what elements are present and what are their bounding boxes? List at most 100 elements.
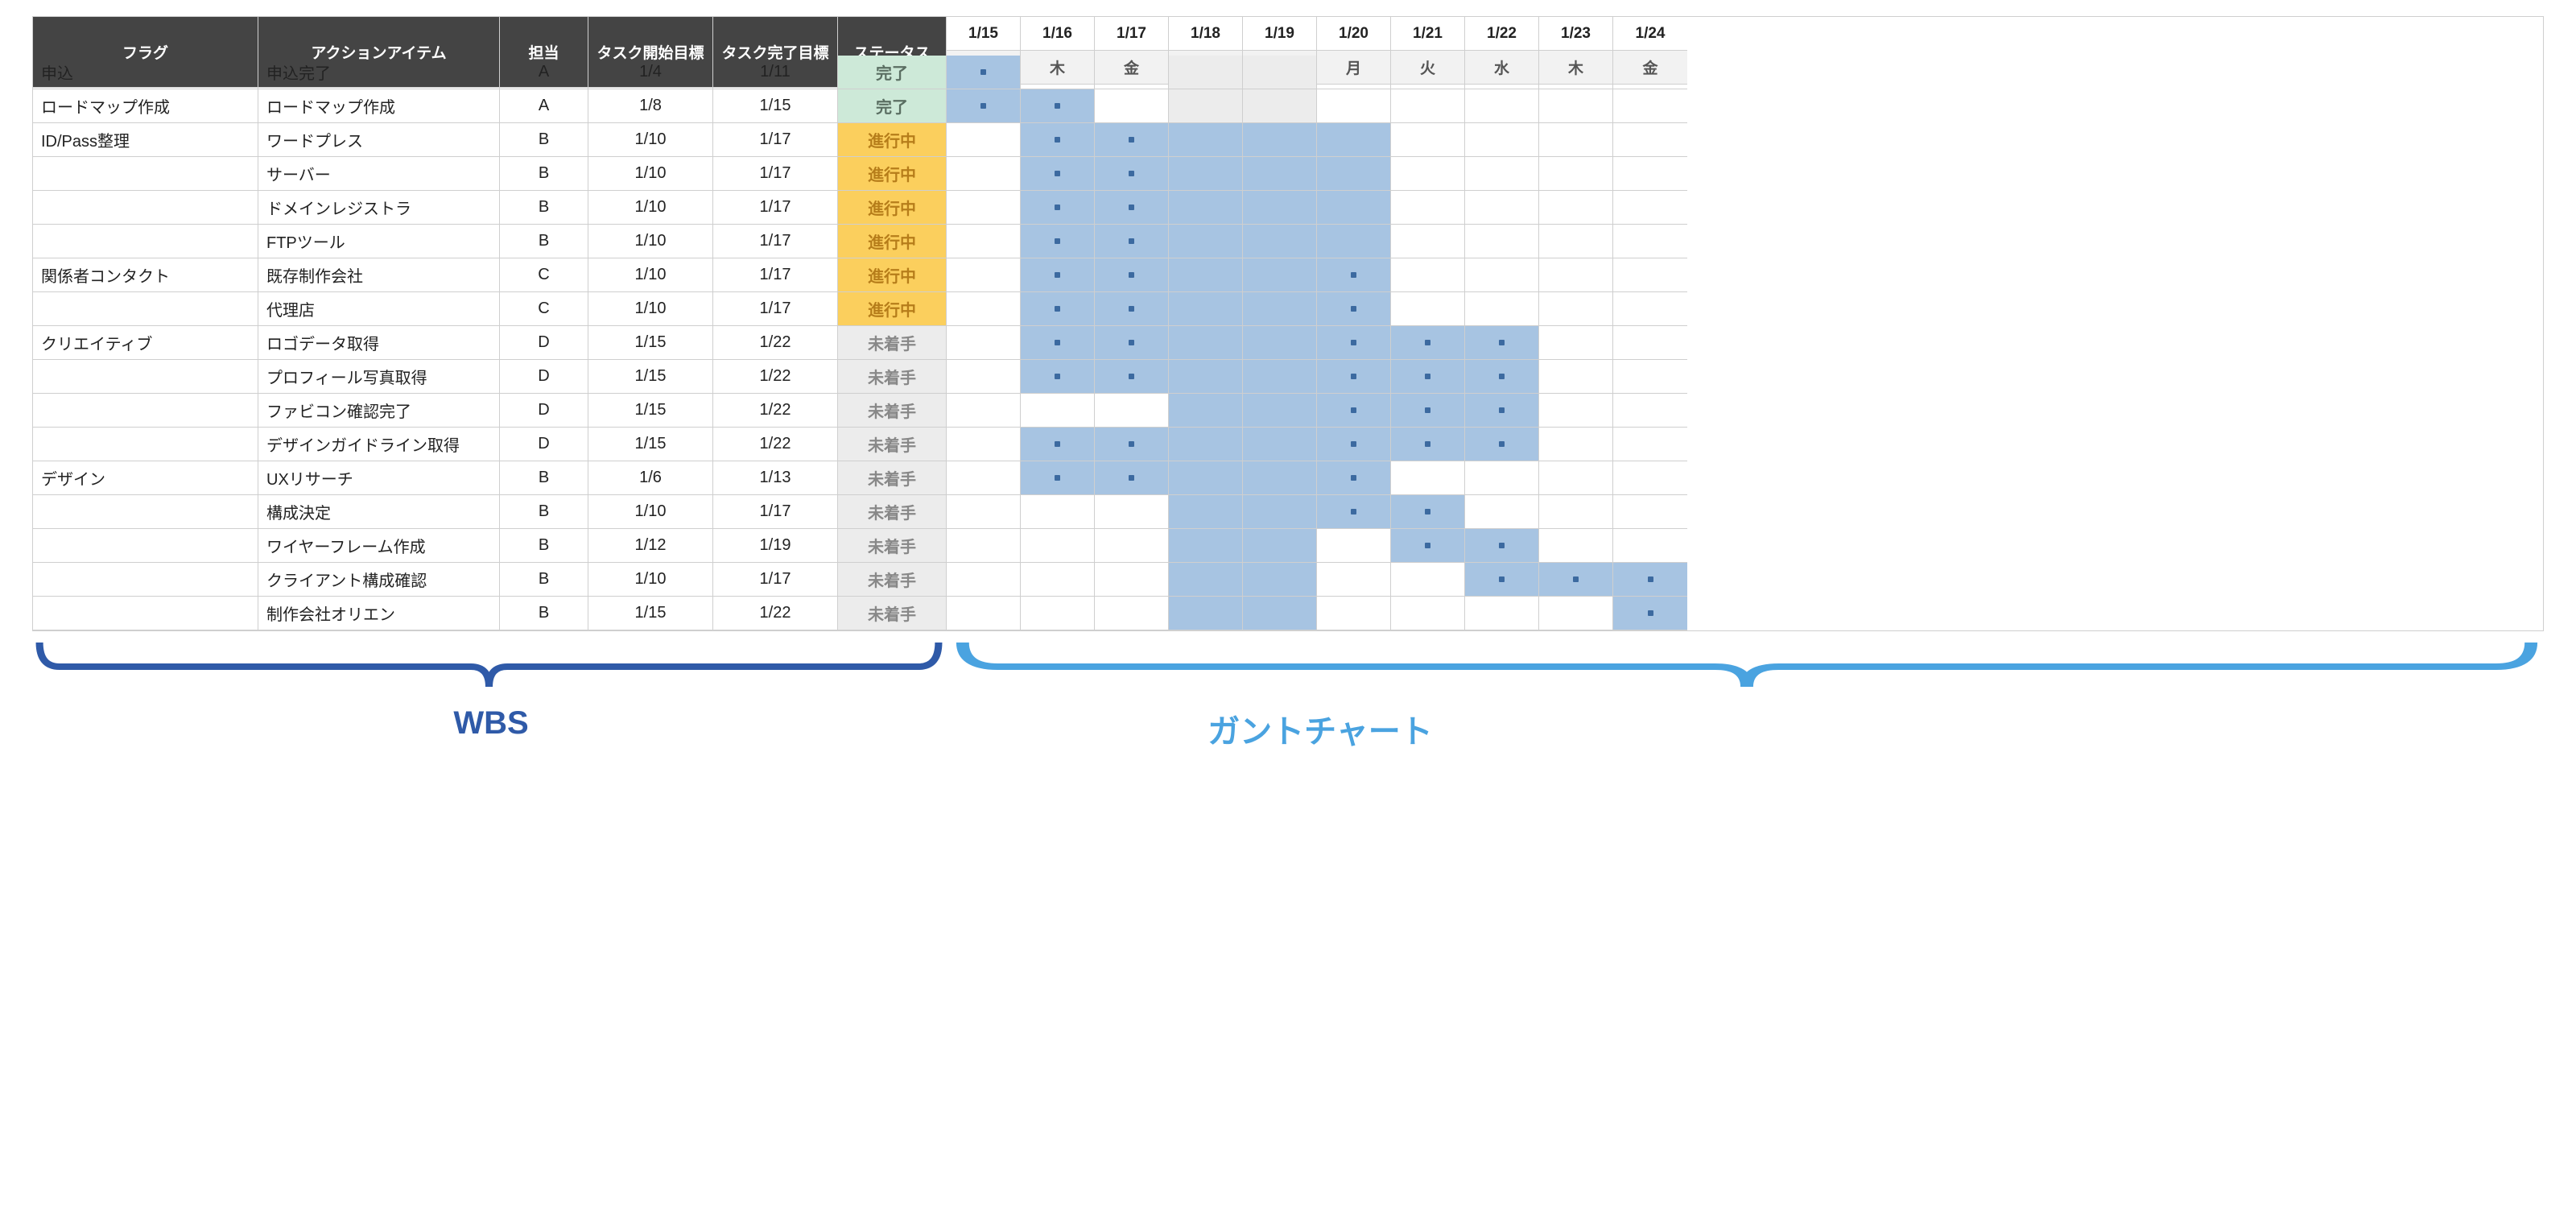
gantt-cell[interactable] xyxy=(1095,56,1169,89)
cell-status[interactable]: 未着手 xyxy=(838,529,947,563)
gantt-cell[interactable] xyxy=(1465,225,1539,258)
gantt-cell[interactable] xyxy=(1317,597,1391,630)
cell-owner[interactable]: D xyxy=(500,360,588,394)
cell-status[interactable]: 進行中 xyxy=(838,225,947,258)
cell-action[interactable]: 構成決定 xyxy=(258,495,500,529)
gantt-cell[interactable] xyxy=(1613,495,1687,529)
gantt-cell[interactable] xyxy=(1021,157,1095,191)
gantt-cell[interactable] xyxy=(1169,529,1243,563)
gantt-cell[interactable] xyxy=(1169,157,1243,191)
gantt-cell[interactable] xyxy=(947,428,1021,461)
cell-status[interactable]: 進行中 xyxy=(838,157,947,191)
gantt-cell[interactable] xyxy=(1169,461,1243,495)
gantt-cell[interactable] xyxy=(947,191,1021,225)
gantt-cell[interactable] xyxy=(1539,428,1613,461)
cell-action[interactable]: ロゴデータ取得 xyxy=(258,326,500,360)
cell-flag[interactable] xyxy=(33,157,258,191)
cell-start[interactable]: 1/8 xyxy=(588,89,713,123)
gantt-cell[interactable] xyxy=(1021,360,1095,394)
gantt-cell[interactable] xyxy=(1095,529,1169,563)
gantt-cell[interactable] xyxy=(1539,394,1613,428)
gantt-cell[interactable] xyxy=(1613,461,1687,495)
cell-action[interactable]: UXリサーチ xyxy=(258,461,500,495)
cell-flag[interactable]: ID/Pass整理 xyxy=(33,123,258,157)
gantt-cell[interactable] xyxy=(1021,394,1095,428)
gantt-cell[interactable] xyxy=(1169,123,1243,157)
gantt-cell[interactable] xyxy=(1613,258,1687,292)
cell-action[interactable]: クライアント構成確認 xyxy=(258,563,500,597)
gantt-cell[interactable] xyxy=(1021,461,1095,495)
gantt-cell[interactable] xyxy=(947,123,1021,157)
gantt-cell[interactable] xyxy=(1539,157,1613,191)
gantt-cell[interactable] xyxy=(1243,360,1317,394)
gantt-cell[interactable] xyxy=(1095,428,1169,461)
cell-action[interactable]: FTPツール xyxy=(258,225,500,258)
gantt-cell[interactable] xyxy=(1391,56,1465,89)
header-date[interactable]: 1/17 xyxy=(1095,17,1169,51)
cell-end[interactable]: 1/22 xyxy=(713,360,838,394)
gantt-cell[interactable] xyxy=(1169,89,1243,123)
gantt-cell[interactable] xyxy=(947,56,1021,89)
cell-flag[interactable] xyxy=(33,563,258,597)
gantt-cell[interactable] xyxy=(1391,292,1465,326)
gantt-cell[interactable] xyxy=(1317,225,1391,258)
cell-end[interactable]: 1/17 xyxy=(713,123,838,157)
cell-action[interactable]: サーバー xyxy=(258,157,500,191)
gantt-cell[interactable] xyxy=(1465,597,1539,630)
gantt-cell[interactable] xyxy=(1169,191,1243,225)
gantt-cell[interactable] xyxy=(1095,394,1169,428)
cell-end[interactable]: 1/17 xyxy=(713,292,838,326)
gantt-cell[interactable] xyxy=(1465,89,1539,123)
cell-status[interactable]: 未着手 xyxy=(838,597,947,630)
cell-status[interactable]: 進行中 xyxy=(838,191,947,225)
gantt-cell[interactable] xyxy=(1243,292,1317,326)
gantt-cell[interactable] xyxy=(1317,191,1391,225)
gantt-cell[interactable] xyxy=(1095,326,1169,360)
gantt-cell[interactable] xyxy=(1391,461,1465,495)
gantt-cell[interactable] xyxy=(1021,258,1095,292)
gantt-cell[interactable] xyxy=(1243,225,1317,258)
gantt-cell[interactable] xyxy=(1021,428,1095,461)
cell-end[interactable]: 1/22 xyxy=(713,326,838,360)
gantt-cell[interactable] xyxy=(1613,597,1687,630)
gantt-cell[interactable] xyxy=(1391,529,1465,563)
gantt-cell[interactable] xyxy=(947,461,1021,495)
gantt-cell[interactable] xyxy=(1021,495,1095,529)
gantt-cell[interactable] xyxy=(1243,529,1317,563)
gantt-cell[interactable] xyxy=(1317,529,1391,563)
cell-status[interactable]: 完了 xyxy=(838,56,947,89)
gantt-cell[interactable] xyxy=(1095,225,1169,258)
cell-end[interactable]: 1/13 xyxy=(713,461,838,495)
gantt-cell[interactable] xyxy=(1539,597,1613,630)
cell-status[interactable]: 未着手 xyxy=(838,326,947,360)
gantt-cell[interactable] xyxy=(1539,225,1613,258)
cell-end[interactable]: 1/15 xyxy=(713,89,838,123)
gantt-cell[interactable] xyxy=(1465,495,1539,529)
gantt-cell[interactable] xyxy=(1465,360,1539,394)
gantt-cell[interactable] xyxy=(1095,495,1169,529)
gantt-cell[interactable] xyxy=(1243,326,1317,360)
cell-owner[interactable]: D xyxy=(500,326,588,360)
gantt-cell[interactable] xyxy=(1243,157,1317,191)
cell-start[interactable]: 1/10 xyxy=(588,563,713,597)
gantt-cell[interactable] xyxy=(1095,360,1169,394)
gantt-cell[interactable] xyxy=(947,563,1021,597)
cell-start[interactable]: 1/10 xyxy=(588,123,713,157)
gantt-cell[interactable] xyxy=(1613,360,1687,394)
gantt-cell[interactable] xyxy=(1391,597,1465,630)
header-date[interactable]: 1/15 xyxy=(947,17,1021,51)
cell-start[interactable]: 1/10 xyxy=(588,292,713,326)
gantt-cell[interactable] xyxy=(1169,225,1243,258)
cell-end[interactable]: 1/17 xyxy=(713,258,838,292)
gantt-cell[interactable] xyxy=(1539,563,1613,597)
cell-flag[interactable] xyxy=(33,225,258,258)
gantt-cell[interactable] xyxy=(1613,191,1687,225)
gantt-cell[interactable] xyxy=(1317,123,1391,157)
gantt-cell[interactable] xyxy=(947,394,1021,428)
gantt-cell[interactable] xyxy=(1317,157,1391,191)
gantt-cell[interactable] xyxy=(1169,563,1243,597)
cell-status[interactable]: 未着手 xyxy=(838,495,947,529)
gantt-cell[interactable] xyxy=(1317,461,1391,495)
gantt-cell[interactable] xyxy=(1465,56,1539,89)
cell-owner[interactable]: B xyxy=(500,495,588,529)
